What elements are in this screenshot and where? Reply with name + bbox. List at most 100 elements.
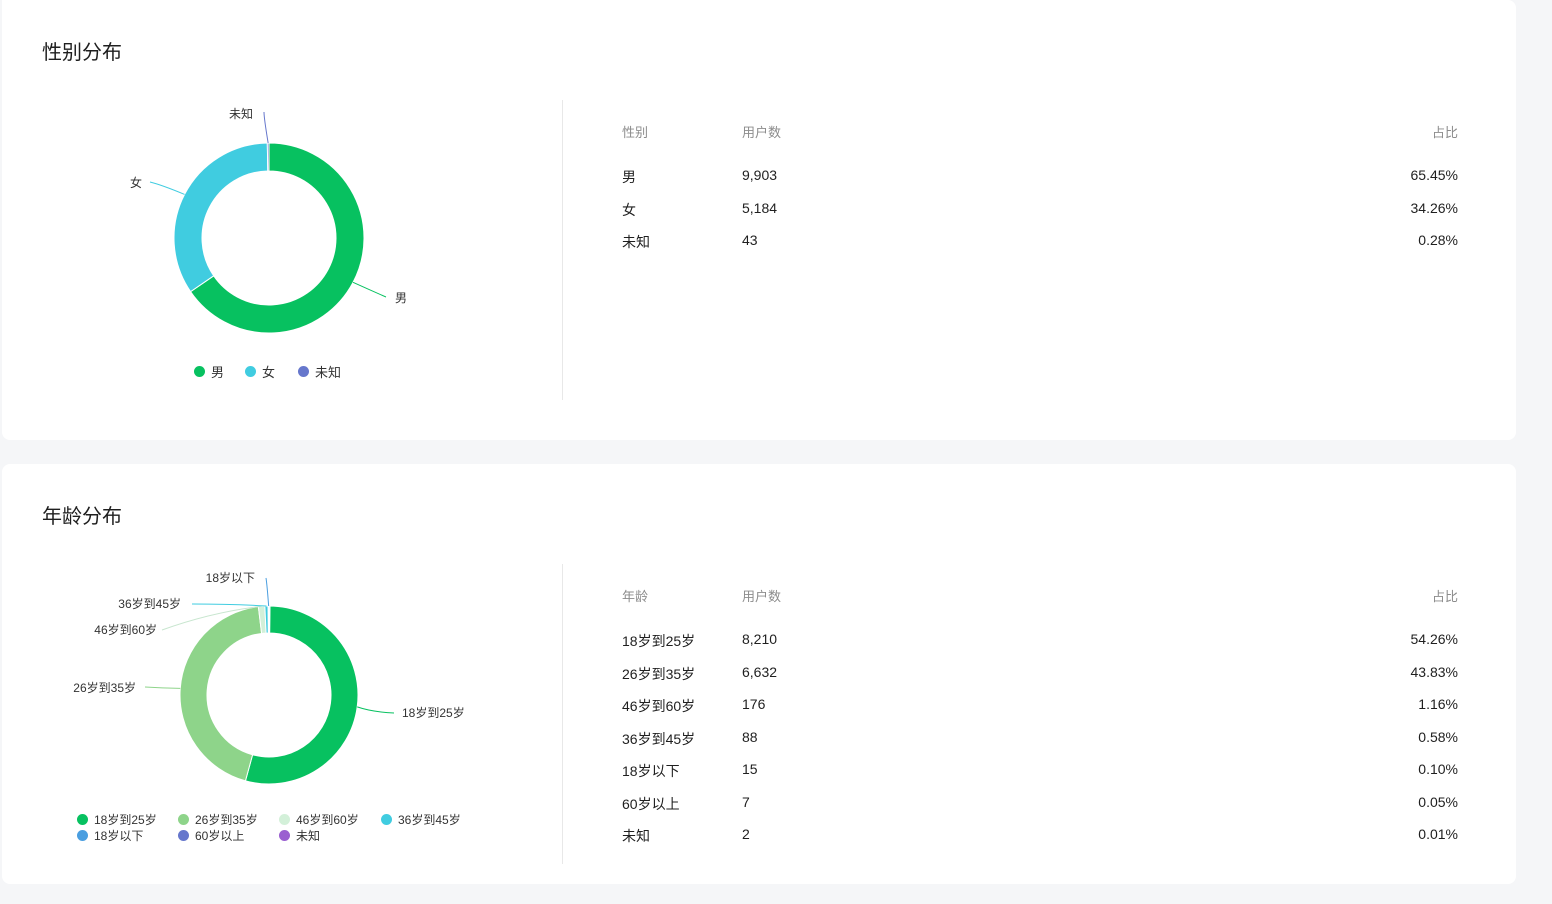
gender-divider [562, 100, 563, 400]
gender-cell: 65.45% [1410, 167, 1458, 183]
age-cell: 18岁以下 [622, 763, 680, 779]
age-legend-dot [279, 830, 290, 841]
age-legend-dot [178, 814, 189, 825]
age-table-row: 18岁到25岁 8,210 54.26% [622, 631, 1458, 651]
age-legend-label: 未知 [296, 829, 321, 843]
gender-legend-item[interactable]: 男 [194, 362, 224, 381]
age-legend-dot [381, 814, 392, 825]
age-cell: 6,632 [742, 663, 778, 680]
age-cell: 176 [742, 696, 766, 712]
gender-legend-dot [194, 366, 205, 377]
gender-slice-1[interactable] [173, 142, 269, 293]
age-table-row: 36岁到45岁 88 0.58% [622, 729, 1458, 749]
age-legend-dot [77, 814, 88, 825]
gender-leader-line-1 [149, 181, 185, 195]
age-cell: 0.01% [1418, 826, 1458, 842]
age-leader-line-3 [191, 603, 267, 607]
age-cell: 26岁到35岁 [622, 665, 696, 682]
gender-cell: 43 [742, 232, 758, 248]
gender-table-row: 男 9,903 65.45% [622, 167, 1458, 187]
age-legend-item[interactable]: 未知 [279, 827, 320, 844]
age-slice-label-0: 18岁到25岁 [402, 705, 465, 720]
gender-table-row: 未知 43 0.28% [622, 232, 1458, 252]
gender-cell: 未知 [622, 234, 650, 250]
age-legend-label: 26岁到35岁 [195, 813, 258, 827]
gender-legend-dot [245, 366, 256, 377]
age-cell: 7 [742, 793, 750, 810]
gender-table: 性别 用户数 占比男 9,903 65.45% 女 5,184 34.26% 未知 43 0.28% [622, 122, 1458, 252]
gender-distribution-card: 性别分布 男女未知 男女未知 性别 用户数 占比男 9,903 65.45% 女 5,184… [2, 0, 1516, 440]
gender-header-cell[interactable]: 用户数 [742, 122, 781, 141]
age-table-row: 18岁以下 15 0.10% [622, 761, 1458, 781]
age-cell: 0.05% [1418, 793, 1458, 810]
age-leader-line-0 [357, 706, 395, 714]
age-cell: 60岁以上 [622, 795, 680, 812]
gender-header-cell: 性别 [622, 125, 649, 140]
gender-legend-label: 未知 [315, 365, 342, 380]
gender-header-cell[interactable]: 占比 [1432, 122, 1458, 141]
age-legend-item[interactable]: 18岁到25岁 [77, 811, 157, 828]
gender-slice-label-1: 女 [130, 175, 142, 190]
age-legend-label: 36岁到45岁 [398, 813, 461, 827]
gender-slice-2[interactable] [266, 142, 270, 172]
gender-cell: 0.28% [1418, 232, 1458, 248]
age-cell: 88 [742, 728, 758, 745]
gender-leader-line-0 [352, 281, 387, 298]
age-table-row: 60岁以上 7 0.05% [622, 794, 1458, 814]
age-cell: 43.83% [1410, 663, 1458, 680]
age-header-cell[interactable]: 用户数 [742, 586, 781, 605]
age-header-cell[interactable]: 占比 [1432, 586, 1458, 605]
age-legend-label: 46岁到60岁 [296, 813, 359, 827]
age-table-header: 年龄 用户数 占比 [622, 586, 1458, 606]
age-leader-line-1 [144, 686, 181, 689]
gender-legend-label: 男 [211, 365, 225, 380]
age-cell: 18岁到25岁 [622, 633, 696, 649]
age-table-row: 46岁到60岁 176 1.16% [622, 696, 1458, 716]
gender-legend-item[interactable]: 女 [245, 362, 275, 381]
age-slice-label-4: 18岁以下 [206, 570, 255, 585]
age-legend-item[interactable]: 26岁到35岁 [178, 811, 258, 828]
age-legend-item[interactable]: 18岁以下 [77, 827, 143, 844]
age-legend-item[interactable]: 60岁以上 [178, 827, 244, 844]
age-legend-label: 18岁以下 [94, 829, 144, 843]
age-slice-1[interactable] [179, 606, 263, 782]
age-slice-label-3: 36岁到45岁 [118, 596, 181, 611]
gender-legend-item[interactable]: 未知 [298, 362, 341, 381]
age-table-row: 26岁到35岁 6,632 43.83% [622, 664, 1458, 684]
age-cell: 2 [742, 826, 750, 842]
gender-leader-line-2 [263, 111, 269, 144]
age-legend-item[interactable]: 46岁到60岁 [279, 811, 359, 828]
age-table-row: 未知 2 0.01% [622, 826, 1458, 846]
gender-cell: 女 [622, 201, 636, 218]
age-legend-label: 18岁到25岁 [94, 813, 157, 827]
gender-cell: 9,903 [742, 167, 778, 183]
gender-table-row: 女 5,184 34.26% [622, 200, 1458, 220]
age-slice-label-1: 26岁到35岁 [73, 680, 136, 695]
age-cell: 54.26% [1410, 631, 1458, 647]
age-legend-dot [279, 814, 290, 825]
gender-legend-label: 女 [262, 365, 276, 380]
age-slice-label-2: 46岁到60岁 [94, 622, 157, 637]
age-legend-label: 60岁以上 [195, 829, 245, 843]
age-distribution-card: 年龄分布 18岁到25岁 26岁到35岁 46岁到60岁 36岁到45岁 18岁以下 1… [2, 464, 1516, 884]
age-slice-6[interactable] [268, 605, 271, 634]
age-cell: 未知 [622, 828, 650, 844]
age-divider [562, 564, 563, 864]
age-legend-item[interactable]: 36岁到45岁 [381, 811, 461, 828]
age-header-cell: 年龄 [622, 589, 649, 604]
age-table: 年龄 用户数 占比 18岁到25岁 8,210 54.26% 26岁到35岁 6,632 43.… [622, 586, 1458, 846]
age-cell: 0.10% [1418, 761, 1458, 777]
age-cell: 46岁到60岁 [622, 698, 696, 714]
age-cell: 36岁到45岁 [622, 730, 696, 747]
age-legend-dot [178, 830, 189, 841]
gender-cell: 34.26% [1410, 199, 1458, 216]
gender-legend-dot [298, 366, 309, 377]
gender-cell: 5,184 [742, 199, 778, 216]
gender-cell: 男 [622, 169, 636, 185]
age-cell: 8,210 [742, 631, 778, 647]
age-legend-dot [77, 830, 88, 841]
gender-table-header: 性别 用户数 占比 [622, 122, 1458, 142]
gender-slice-label-2: 未知 [229, 107, 253, 121]
gender-slice-label-0: 男 [395, 291, 407, 305]
age-cell: 0.58% [1418, 728, 1458, 745]
